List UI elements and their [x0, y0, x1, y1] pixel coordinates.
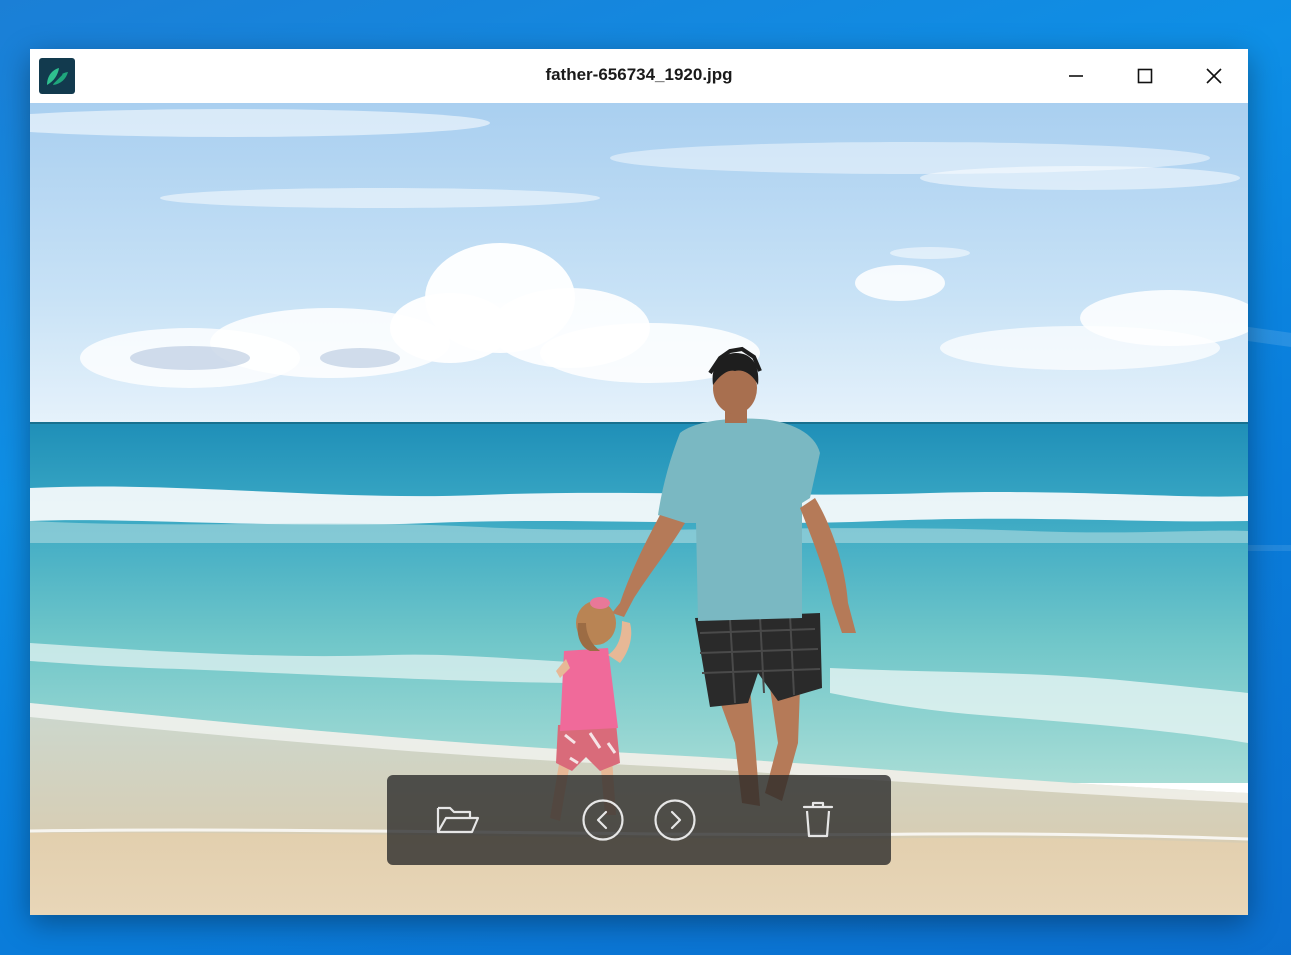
leaf-app-icon[interactable] — [39, 58, 75, 94]
trash-icon — [802, 801, 834, 838]
close-icon — [1206, 68, 1222, 84]
maximize-button[interactable] — [1111, 49, 1179, 103]
delete-image-button[interactable] — [793, 795, 843, 845]
image-viewer-window: father-656734_1920.jpg — [30, 49, 1248, 915]
minimize-button[interactable] — [1042, 49, 1110, 103]
close-button[interactable] — [1180, 49, 1248, 103]
chevron-right-circle-icon — [654, 799, 696, 841]
next-image-button[interactable] — [650, 795, 700, 845]
chevron-left-circle-icon — [582, 799, 624, 841]
previous-image-button[interactable] — [578, 795, 628, 845]
minimize-icon — [1069, 75, 1083, 77]
title-bar[interactable]: father-656734_1920.jpg — [30, 49, 1248, 103]
maximize-icon — [1137, 68, 1153, 84]
open-folder-button[interactable] — [433, 795, 483, 845]
viewer-toolbar — [387, 775, 891, 865]
folder-open-icon — [436, 806, 480, 834]
desktop-background: father-656734_1920.jpg — [0, 0, 1291, 955]
